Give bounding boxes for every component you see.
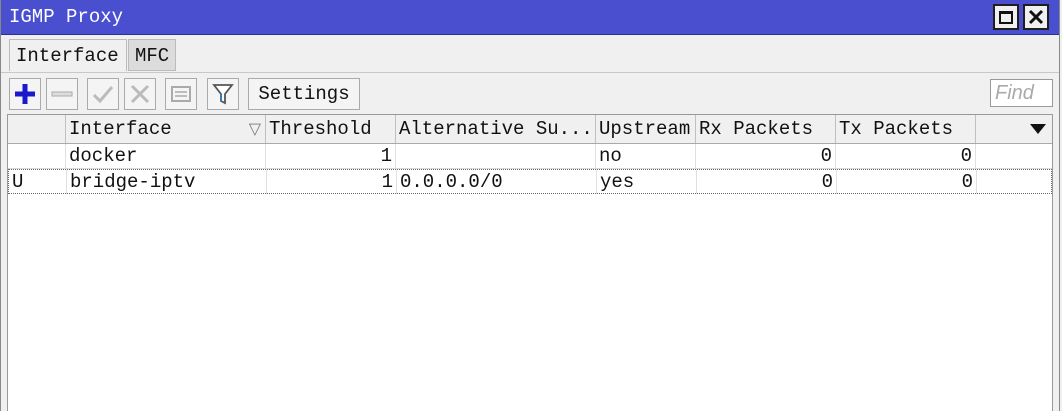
- cell-upstream: no: [596, 144, 696, 168]
- filter-button[interactable]: [207, 78, 239, 110]
- column-header-tx-packets[interactable]: Tx Packets: [836, 115, 976, 143]
- window-title: IGMP Proxy: [9, 6, 124, 28]
- column-header-rx-packets[interactable]: Rx Packets: [696, 115, 836, 143]
- check-icon: [92, 86, 114, 104]
- tab-mfc[interactable]: MFC: [128, 39, 176, 71]
- close-icon: [1028, 9, 1044, 25]
- igmp-proxy-window: IGMP Proxy Interface MFC Settings Find I…: [0, 0, 1060, 411]
- cell-alternative-subnets: [396, 144, 596, 168]
- column-header-alternative-subnets[interactable]: Alternative Su...: [396, 115, 596, 143]
- column-header-upstream[interactable]: Upstream: [596, 115, 696, 143]
- cell-rx-packets: 0: [697, 170, 837, 194]
- settings-button[interactable]: Settings: [248, 78, 360, 110]
- column-header-interface[interactable]: Interface ▽: [66, 115, 266, 143]
- minus-icon: [51, 91, 73, 97]
- x-icon: [130, 84, 150, 104]
- tab-interface[interactable]: Interface: [9, 39, 127, 71]
- igmp-interface-table: Interface ▽ Threshold Alternative Su... …: [7, 114, 1053, 411]
- cell-tx-packets: 0: [837, 170, 977, 194]
- cell-threshold: 1: [267, 170, 397, 194]
- maximize-button[interactable]: [993, 4, 1019, 30]
- column-header-threshold[interactable]: Threshold: [266, 115, 396, 143]
- toolbar: Settings Find: [1, 72, 1059, 113]
- cell-flag: [8, 144, 66, 168]
- cell-rx-packets: 0: [696, 144, 836, 168]
- comment-icon: [171, 86, 191, 102]
- cell-threshold: 1: [266, 144, 396, 168]
- maximize-icon: [999, 10, 1013, 24]
- close-button[interactable]: [1023, 4, 1049, 30]
- sort-descending-icon: ▽: [248, 119, 261, 138]
- chevron-down-icon: [1030, 124, 1046, 134]
- find-input[interactable]: Find: [990, 79, 1053, 107]
- comment-button[interactable]: [165, 78, 197, 110]
- title-bar[interactable]: IGMP Proxy: [1, 0, 1059, 35]
- plus-icon: [15, 84, 35, 104]
- cell-alternative-subnets: 0.0.0.0/0: [397, 170, 597, 194]
- cell-interface: docker: [66, 144, 266, 168]
- table-row[interactable]: docker 1 no 0 0: [8, 144, 1052, 169]
- filter-icon: [212, 84, 234, 105]
- table-row[interactable]: U bridge-iptv 1 0.0.0.0/0 yes 0 0: [8, 169, 1052, 194]
- cell-interface: bridge-iptv: [67, 170, 267, 194]
- disable-button[interactable]: [124, 78, 156, 110]
- cell-flag: U: [9, 170, 67, 194]
- cell-tx-packets: 0: [836, 144, 976, 168]
- column-header-interface-label: Interface: [69, 118, 172, 140]
- enable-button[interactable]: [87, 78, 119, 110]
- add-button[interactable]: [9, 78, 41, 110]
- table-header: Interface ▽ Threshold Alternative Su... …: [8, 115, 1052, 144]
- column-header-flag[interactable]: [8, 115, 66, 143]
- remove-button[interactable]: [46, 78, 78, 110]
- columns-menu-button[interactable]: [1023, 115, 1053, 143]
- cell-upstream: yes: [597, 170, 697, 194]
